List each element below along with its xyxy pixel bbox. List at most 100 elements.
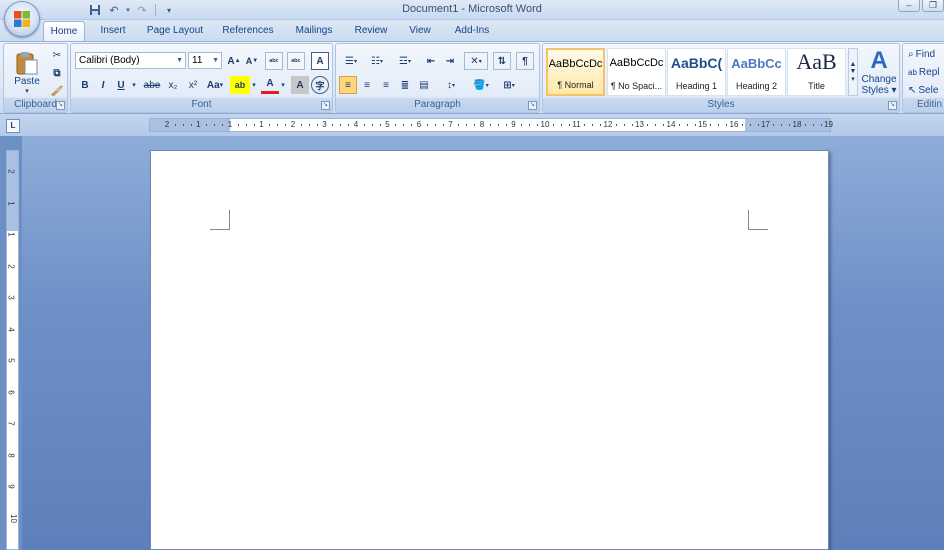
ruler-tick (781, 124, 783, 126)
find-label: Find (915, 48, 936, 60)
bullets-icon[interactable]: ☰ ▾ (339, 52, 363, 70)
styles-gallery-scroll[interactable]: ▲ ▼ ▾ (848, 48, 858, 96)
font-color-dropdown-icon[interactable]: ▾ (279, 76, 287, 94)
asian-layout-icon[interactable]: ✕ ▾ (464, 52, 488, 70)
find-button[interactable]: ⌕ Find (908, 46, 935, 62)
copy-icon[interactable]: ⧉ (48, 64, 66, 82)
phonetic-guide-button[interactable]: ᵃᵇᶜ (287, 52, 305, 70)
select-button[interactable]: ↖ Sele (908, 82, 938, 98)
style-heading-2[interactable]: AaBbCc Heading 2 (727, 48, 786, 96)
horizontal-ruler[interactable]: 2 1 1 1 2 3 4 5 6 7 8 9 10 11 12 13 14 15 16 17 18 19 (149, 118, 833, 132)
highlight-dropdown-icon[interactable]: ▾ (250, 76, 258, 94)
font-launcher-icon[interactable]: ↘ (321, 101, 330, 110)
ruler-tick (308, 124, 310, 126)
ruler-tick-label: 13 (635, 120, 644, 129)
align-right-icon[interactable]: ≡ (377, 76, 395, 94)
font-name-combo[interactable]: Calibri (Body) ▼ (75, 52, 186, 69)
style-normal[interactable]: AaBbCcDc ¶ Normal (546, 48, 605, 96)
tab-home[interactable]: Home (43, 21, 85, 41)
tab-add-ins[interactable]: Add-Ins (447, 21, 497, 41)
chevron-up-icon[interactable]: ▲ (850, 61, 857, 68)
font-group: Calibri (Body) ▼ 11 ▼ A ▲ A ▼ ᵃᵇᶜ ᵃᵇᶜ A B … (70, 43, 333, 113)
align-center-icon[interactable]: ≡ (358, 76, 376, 94)
change-case-button[interactable]: Aa ▾ (204, 76, 226, 94)
style-no-spacing[interactable]: AaBbCcDc ¶ No Spaci... (607, 48, 666, 96)
styles-launcher-icon[interactable]: ↘ (888, 101, 897, 110)
chevron-down-icon[interactable]: ▼ (850, 68, 857, 75)
numbering-icon[interactable]: ☷ ▾ (365, 52, 389, 70)
ruler-tick (474, 124, 476, 126)
paste-button[interactable]: Paste ▾ (8, 46, 46, 98)
font-size-combo[interactable]: 11 ▼ (188, 52, 222, 69)
tab-mailings[interactable]: Mailings (287, 21, 341, 41)
ruler-tick (694, 124, 696, 126)
ruler-tick-label: 2 (6, 169, 16, 174)
ruler-tick-label: 12 (603, 120, 613, 129)
ruler-tick (458, 124, 460, 126)
enclose-characters-icon[interactable]: 字 (311, 76, 329, 94)
strikethrough-button[interactable]: abe (141, 76, 163, 94)
underline-button[interactable]: U (112, 76, 130, 94)
grow-font-button[interactable]: A ▲ (225, 52, 243, 70)
decrease-indent-icon[interactable]: ⇤ (422, 52, 440, 70)
style-name: ¶ No Spaci... (610, 81, 663, 91)
character-border-button[interactable]: A (311, 52, 329, 70)
vertical-ruler[interactable]: 2 1 1 2 3 4 5 6 7 8 9 10 (6, 150, 19, 550)
character-shading-button[interactable]: A (291, 76, 309, 94)
office-button[interactable] (4, 1, 40, 37)
borders-icon[interactable]: ⊞ ▾ (497, 76, 521, 94)
ruler-tick (726, 124, 728, 126)
ruler-tick (300, 124, 302, 126)
increase-indent-icon[interactable]: ⇥ (441, 52, 459, 70)
clipboard-group: Paste ▾ ✂ ⧉ 🖌 Clipboard ↘ (3, 43, 68, 113)
shrink-font-button[interactable]: A ▼ (243, 52, 261, 70)
restore-icon[interactable]: ❐ (922, 0, 944, 12)
ruler-tick-label: 6 (6, 389, 16, 395)
ruler-tick (214, 124, 216, 126)
binoculars-icon: ⌕ (908, 48, 914, 60)
tab-references[interactable]: References (218, 21, 278, 41)
shading-icon[interactable]: 🪣 ▾ (469, 76, 493, 94)
style-heading-1[interactable]: AaBbC( Heading 1 (667, 48, 726, 96)
superscript-button[interactable]: x² (184, 76, 202, 94)
align-left-icon[interactable]: ≡ (339, 76, 357, 94)
change-styles-button[interactable]: A Change Styles ▾ (860, 46, 898, 98)
distributed-icon[interactable]: ▤ (415, 76, 433, 94)
clipboard-launcher-icon[interactable]: ↘ (56, 101, 65, 110)
tab-insert[interactable]: Insert (92, 21, 134, 41)
tab-selector-icon[interactable]: L (6, 119, 20, 133)
ruler-tick (623, 124, 625, 126)
highlight-button[interactable]: ab (230, 76, 250, 94)
underline-dropdown-icon[interactable]: ▾ (130, 76, 138, 94)
ruler-tick-label: 2 (164, 120, 170, 129)
ruler-tick (741, 124, 743, 126)
line-spacing-icon[interactable]: ↕ ▾ (439, 76, 463, 94)
style-name: Heading 1 (675, 81, 718, 91)
ruler-tick (615, 124, 617, 126)
subscript-button[interactable]: x₂ (164, 76, 182, 94)
ruler-tick-label: 3 (6, 295, 16, 300)
multilevel-list-icon[interactable]: ☲ ▾ (393, 52, 417, 70)
ruler-tick-label: 7 (6, 421, 16, 426)
paste-dropdown-icon[interactable]: ▾ (25, 87, 29, 95)
replace-button[interactable]: ab Repl (908, 64, 939, 80)
sort-icon[interactable]: ⇅ (493, 52, 511, 70)
tab-page-layout[interactable]: Page Layout (141, 21, 209, 41)
ruler-tick (363, 124, 365, 126)
tab-review[interactable]: Review (348, 21, 394, 41)
italic-button[interactable]: I (94, 76, 112, 94)
ruler-tick (529, 124, 531, 126)
font-color-button[interactable]: A (261, 76, 279, 94)
bold-button[interactable]: B (76, 76, 94, 94)
style-title[interactable]: AaB Title (787, 48, 846, 96)
change-styles-label-2: Styles ▾ (861, 85, 897, 96)
more-icon[interactable]: ▾ (851, 75, 855, 83)
justify-icon[interactable]: ≣ (396, 76, 414, 94)
paragraph-launcher-icon[interactable]: ↘ (528, 101, 537, 110)
minimize-icon[interactable]: – (898, 0, 920, 12)
document-page[interactable] (150, 150, 829, 550)
cut-icon[interactable]: ✂ (48, 46, 66, 64)
tab-view[interactable]: View (401, 21, 439, 41)
clear-formatting-button[interactable]: ᵃᵇᶜ (265, 52, 283, 70)
show-formatting-marks-icon[interactable]: ¶ (516, 52, 534, 70)
